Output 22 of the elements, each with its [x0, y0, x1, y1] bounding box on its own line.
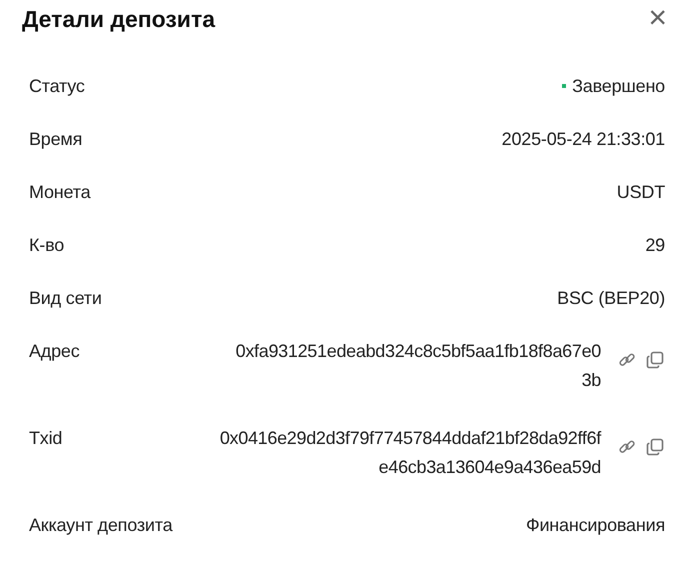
dialog-title: Детали депозита: [22, 5, 216, 34]
field-label: Вид сети: [29, 287, 102, 310]
field-value: BSC (BEP20): [557, 287, 665, 310]
field-value: 2025-05-24 21:33:01: [502, 128, 665, 151]
copy-icon[interactable]: [645, 350, 665, 370]
field-value: Финансирования: [526, 514, 665, 537]
hash-line: 0x0416e29d2d3f79f77457844ddaf21bf28da92ff6f: [220, 427, 601, 450]
hash-line: 3b: [582, 369, 601, 392]
field-label: К-во: [29, 234, 64, 257]
status-text: Завершено: [572, 75, 665, 98]
field-label: Адрес: [29, 340, 80, 363]
field-label: Аккаунт депозита: [29, 514, 172, 537]
field-label: Txid: [29, 427, 62, 450]
field-label: Статус: [29, 75, 85, 98]
hash-line: 0xfa931251edeabd324c8c5bf5aa1fb18f8a67e0: [236, 340, 601, 363]
field-label: Время: [29, 128, 82, 151]
hash-line: e46cb3a13604e9a436ea59d: [378, 456, 601, 479]
field-value: 29: [645, 234, 665, 257]
field-label: Монета: [29, 181, 90, 204]
field-value: USDT: [616, 181, 665, 204]
copy-icon[interactable]: [645, 437, 665, 457]
close-button[interactable]: ×: [648, 4, 667, 30]
